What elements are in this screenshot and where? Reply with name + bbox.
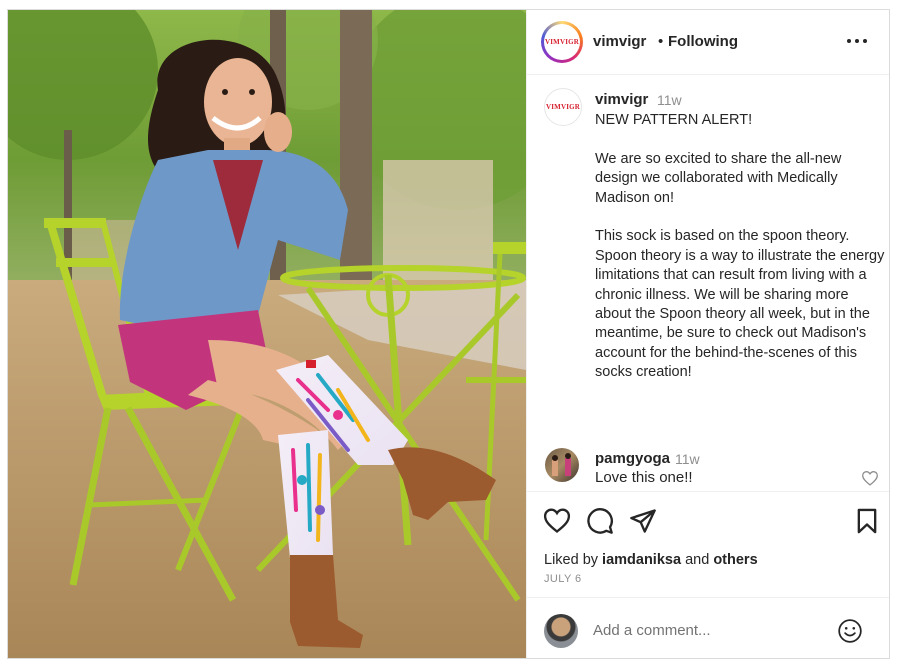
liker-username[interactable]: iamdaniksa — [602, 552, 681, 568]
post-photo[interactable] — [8, 10, 526, 658]
post-date[interactable]: JULY 6 — [544, 573, 581, 585]
brand-logo: VIMVIGR — [545, 103, 581, 111]
likes-joiner: and — [685, 552, 710, 568]
following-button[interactable]: Following — [668, 33, 738, 50]
commenter-username[interactable]: pamgyoga — [595, 450, 670, 467]
post-image — [8, 10, 526, 658]
brand-logo: VIMVIGR — [544, 38, 580, 46]
comment-text: Love this one!! — [595, 469, 693, 486]
comment-icon[interactable] — [586, 507, 614, 535]
author-username[interactable]: vimvigr — [593, 33, 646, 50]
caption-username[interactable]: vimvigr — [595, 91, 648, 108]
caption-paragraph: NEW PATTERN ALERT! — [595, 112, 753, 128]
add-comment-row — [527, 597, 889, 658]
author-avatar[interactable]: VIMVIGR — [541, 21, 583, 63]
caption-text: NEW PATTERN ALERT! We are so excited to … — [595, 111, 885, 402]
smiley-icon[interactable] — [837, 618, 863, 644]
bookmark-icon[interactable] — [853, 507, 881, 535]
caption-paragraph: This sock is based on the spoon theory. … — [595, 228, 885, 381]
separator-dot: • — [658, 33, 664, 50]
add-comment-input[interactable] — [593, 618, 823, 642]
instagram-post: VIMVIGR vimvigr • Following VIMVIGR vimv… — [7, 9, 890, 659]
post-header: VIMVIGR vimvigr • Following — [527, 10, 889, 75]
comment-timestamp[interactable]: 11w — [675, 451, 700, 467]
paper-plane-icon[interactable] — [629, 507, 657, 535]
more-options-icon[interactable] — [847, 36, 869, 46]
caption-timestamp[interactable]: 11w — [657, 92, 682, 108]
post-actions: Liked by iamdaniksa and others JULY 6 — [527, 491, 889, 658]
comment-heart-icon[interactable] — [861, 470, 879, 486]
caption-paragraph: We are so excited to share the all-new d… — [595, 150, 842, 206]
post-side-panel: VIMVIGR vimvigr • Following VIMVIGR vimv… — [526, 10, 889, 658]
likes-summary: Liked by iamdaniksa and others — [544, 552, 758, 568]
likes-prefix: Liked by — [544, 552, 599, 568]
current-user-avatar — [544, 614, 578, 648]
caption-author-avatar[interactable]: VIMVIGR — [544, 88, 582, 126]
heart-icon[interactable] — [543, 507, 571, 535]
likes-others-link[interactable]: others — [713, 552, 757, 568]
commenter-avatar[interactable] — [545, 448, 579, 482]
